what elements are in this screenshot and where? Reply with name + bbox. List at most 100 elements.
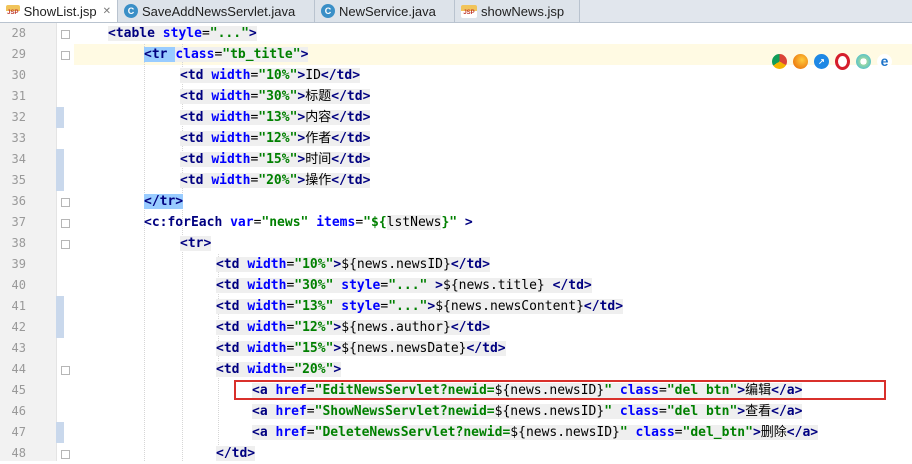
code-line[interactable]: <table style="..."> <box>108 23 257 44</box>
code-token: width <box>211 152 251 167</box>
code-token: 删除 <box>760 425 787 440</box>
code-token: <c:forEach <box>144 215 231 230</box>
safari-icon[interactable]: ↗ <box>814 53 829 69</box>
code-line[interactable]: <td width="10%">${news.newsID}</td> <box>216 254 490 275</box>
code-token: width <box>247 278 287 293</box>
code-token: = <box>201 26 210 41</box>
line-number: 41 <box>11 299 26 313</box>
code-token: style <box>341 278 381 293</box>
code-token: width <box>247 299 287 314</box>
code-line[interactable]: <td width="20%"> <box>216 359 342 380</box>
tab-shownews-jsp[interactable]: JSP showNews.jsp <box>455 0 580 22</box>
code-token: </td> <box>331 89 371 104</box>
code-token: width <box>211 68 251 83</box>
line-number: 39 <box>11 257 26 271</box>
code-line[interactable]: <td width="13%" style="...">${news.newsC… <box>216 296 624 317</box>
fold-marker-icon[interactable] <box>61 30 70 39</box>
tab-label: NewService.java <box>339 3 436 19</box>
fold-marker-icon[interactable] <box>61 198 70 207</box>
fold-marker-icon[interactable] <box>61 240 70 249</box>
line-number: 46 <box>11 404 26 418</box>
code-token: "12%" <box>294 320 334 335</box>
code-line[interactable]: <td width="12%">作者</td> <box>180 128 371 149</box>
line-number: 35 <box>11 173 26 187</box>
firefox-icon[interactable] <box>793 53 808 69</box>
code-line[interactable]: <a href="DeleteNewsServlet?newid=${news.… <box>252 422 819 443</box>
code-token: > <box>427 299 436 314</box>
code-token: ${news.newsDate} <box>341 341 467 356</box>
highlight-box <box>234 380 886 400</box>
line-number: 45 <box>11 383 26 397</box>
change-marker[interactable] <box>56 296 64 338</box>
code-token: <tr> <box>180 236 212 251</box>
line-number: 29 <box>11 47 26 61</box>
tab-saveaddnewsservlet-java[interactable]: C SaveAddNewsServlet.java <box>118 0 315 22</box>
code-line[interactable]: <td width="15%">${news.newsDate}</td> <box>216 338 506 359</box>
code-token: </a> <box>786 425 819 440</box>
tab-showlist-jsp[interactable]: JSP ShowList.jsp ✕ <box>0 0 118 22</box>
code-token: width <box>247 362 287 377</box>
code-token: </td> <box>331 173 371 188</box>
code-token: class <box>175 47 215 62</box>
code-line[interactable]: <td width="12%">${news.author}</td> <box>216 317 490 338</box>
code-token: <td <box>216 362 248 377</box>
change-marker[interactable] <box>56 107 64 128</box>
code-line[interactable]: <td width="13%">内容</td> <box>180 107 371 128</box>
code-line[interactable]: <a href="ShowNewsServlet?newid=${news.ne… <box>252 401 803 422</box>
chrome-icon[interactable] <box>772 53 787 69</box>
code-line[interactable]: <td width="20%">操作</td> <box>180 170 371 191</box>
code-token: "tb_title" <box>222 47 301 62</box>
code-token: </tr> <box>144 194 184 209</box>
code-line[interactable]: <tr class="tb_title"> <box>144 44 309 65</box>
code-token: "13%" <box>294 299 342 314</box>
code-token: " <box>619 425 636 440</box>
tab-label: SaveAddNewsServlet.java <box>142 3 296 19</box>
close-icon[interactable]: ✕ <box>103 6 111 17</box>
jsp-file-icon: JSP <box>6 4 20 18</box>
browser-preview-bar: ↗ e <box>764 49 912 73</box>
line-number: 28 <box>11 26 26 40</box>
fold-marker-icon[interactable] <box>61 51 70 60</box>
code-token: "del btn" <box>666 404 738 419</box>
code-token: items <box>316 215 356 230</box>
fold-marker-icon[interactable] <box>61 366 70 375</box>
code-token: > <box>457 215 473 230</box>
edge-icon[interactable]: e <box>877 53 892 69</box>
code-token: "ShowNewsServlet?newid= <box>314 404 495 419</box>
code-token: <td <box>180 89 212 104</box>
code-line[interactable]: <td width="15%">时间</td> <box>180 149 371 170</box>
code-token: "15%" <box>294 341 334 356</box>
code-token: "20%" <box>258 173 298 188</box>
jsp-file-icon: JSP <box>461 4 477 18</box>
editor-tab-bar: JSP ShowList.jsp ✕ C SaveAddNewsServlet.… <box>0 0 912 23</box>
opera-icon[interactable] <box>835 52 850 70</box>
code-token: "..." <box>388 299 428 314</box>
change-marker[interactable] <box>56 422 64 443</box>
code-token: "..." <box>388 278 428 293</box>
code-token: </td> <box>216 446 256 461</box>
fold-marker-icon[interactable] <box>61 219 70 228</box>
ie-icon[interactable] <box>856 53 871 69</box>
line-number: 31 <box>11 89 26 103</box>
code-line[interactable]: <td width="10%">ID</td> <box>180 65 361 86</box>
code-token: </td> <box>466 341 506 356</box>
change-marker[interactable] <box>56 149 64 191</box>
code-line[interactable]: <tr> <box>180 233 212 254</box>
code-token: > <box>248 26 257 41</box>
code-token: > <box>333 362 342 377</box>
code-token: ${news.newsContent} <box>435 299 584 314</box>
code-token: > <box>300 47 309 62</box>
code-line[interactable]: <td width="30%" style="..." >${news.titl… <box>216 275 592 296</box>
code-token: <td <box>180 173 212 188</box>
fold-marker-icon[interactable] <box>61 450 70 459</box>
code-token: " <box>604 404 620 419</box>
tab-newservice-java[interactable]: C NewService.java <box>315 0 455 22</box>
code-token: </td> <box>450 320 490 335</box>
code-line[interactable]: <td width="30%">标题</td> <box>180 86 371 107</box>
code-token: 标题 <box>305 89 332 104</box>
code-token: = <box>306 425 315 440</box>
code-token: > <box>737 404 746 419</box>
code-line[interactable]: </tr> <box>144 191 184 212</box>
code-line[interactable]: <c:forEach var="news" items="${lstNews}"… <box>144 212 473 233</box>
java-class-icon: C <box>124 4 138 18</box>
